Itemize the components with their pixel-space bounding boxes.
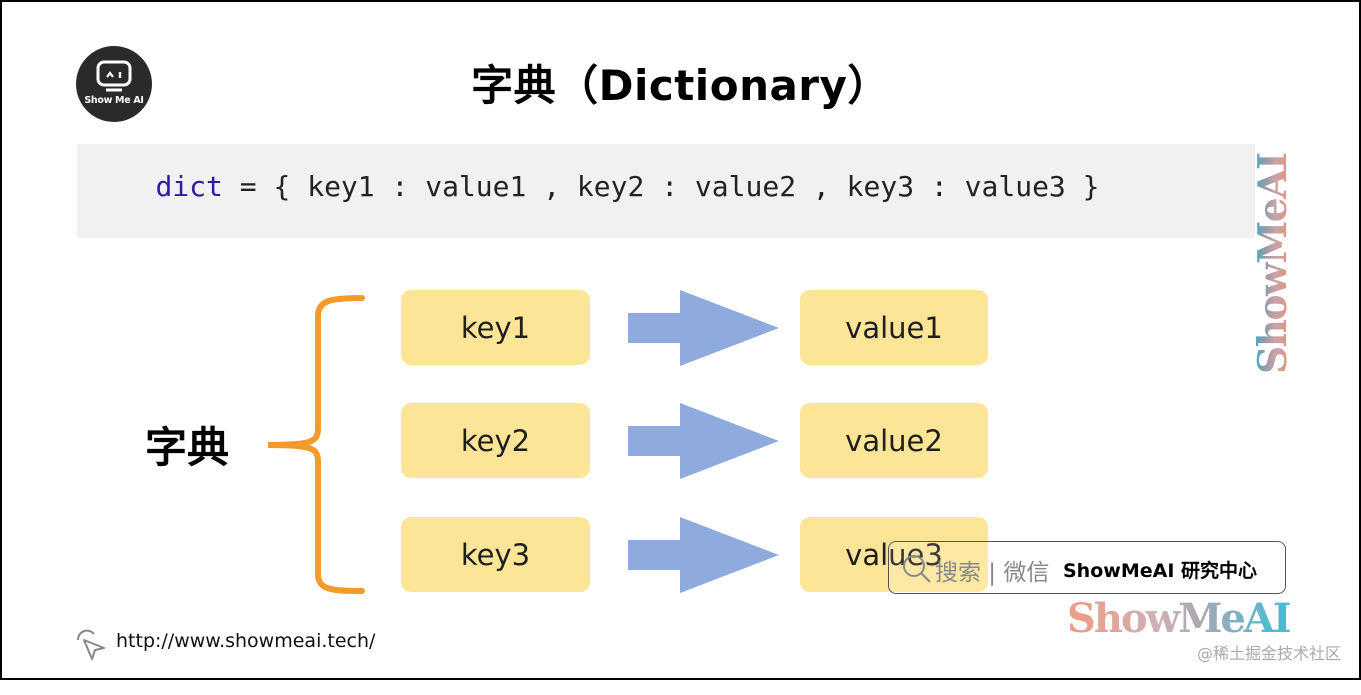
arrow-right-icon bbox=[628, 517, 779, 593]
brand-bg-text: ShowMeAI bbox=[1067, 595, 1290, 638]
key-box-2: key2 bbox=[401, 403, 590, 478]
group-label: 字典 bbox=[145, 423, 230, 472]
wechat-search-watermark: 搜索 | 微信 ShowMeAI ShowMeAI 研究中心 bbox=[888, 541, 1292, 642]
arrow-right-icon bbox=[628, 403, 779, 479]
credit-watermark: @稀土掘金技术社区 bbox=[1196, 644, 1341, 663]
website-link[interactable]: http://www.showmeai.tech/ bbox=[116, 630, 375, 652]
vertical-watermark-text: ShowMeAI bbox=[1252, 153, 1292, 374]
key-label: key3 bbox=[460, 537, 531, 572]
value-box-2: value2 bbox=[800, 403, 988, 478]
value-box-1: value1 bbox=[800, 290, 988, 365]
curly-brace bbox=[267, 295, 365, 594]
key-label: key2 bbox=[460, 423, 531, 458]
value-label: value2 bbox=[845, 423, 943, 458]
brand-gradient-text: ShowMeAI bbox=[1067, 595, 1292, 642]
code-line: dict = { key1 : value1 , key2 : value2 ,… bbox=[0, 170, 1255, 203]
code-keyword: dict bbox=[155, 170, 223, 203]
search-brand: ShowMeAI 研究中心 bbox=[1063, 560, 1257, 582]
arrow-right-icon bbox=[628, 290, 779, 366]
code-body: = { key1 : value1 , key2 : value2 , key3… bbox=[222, 170, 1100, 203]
page-title: 字典（Dictionary） bbox=[471, 61, 890, 110]
key-box-3: key3 bbox=[401, 517, 590, 592]
vertical-watermark: ShowMeAI bbox=[1252, 153, 1292, 374]
key-box-1: key1 bbox=[401, 290, 590, 365]
value-label: value1 bbox=[845, 310, 943, 345]
key-label: key1 bbox=[460, 310, 531, 345]
cursor-click-icon bbox=[76, 629, 105, 660]
search-icon bbox=[903, 555, 931, 583]
